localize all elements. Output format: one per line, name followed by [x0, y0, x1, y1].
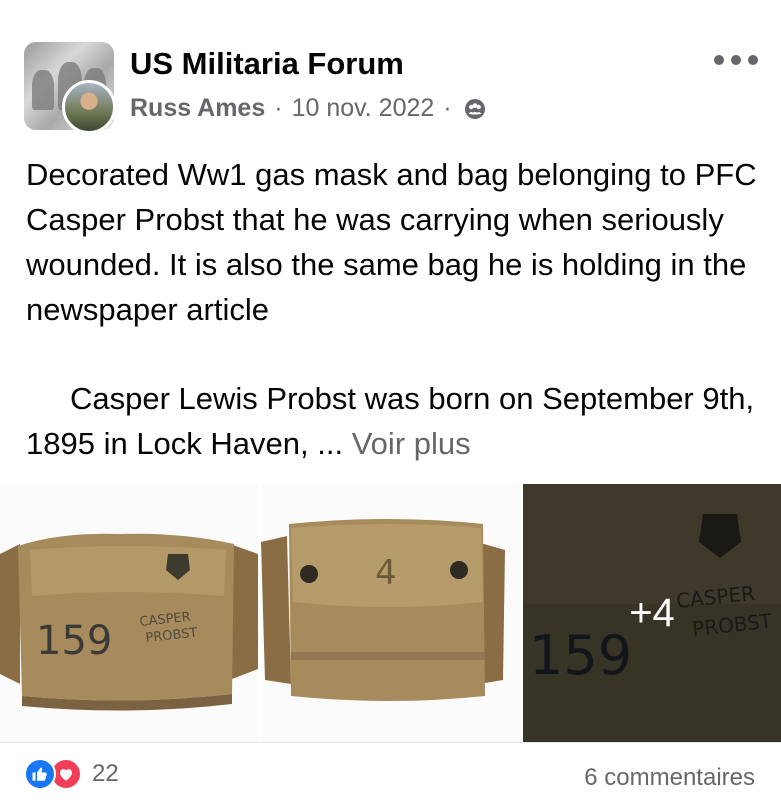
post-text: Decorated Ww1 gas mask and bag belonging… — [26, 152, 766, 332]
group-name-link[interactable]: US Militaria Forum — [130, 46, 404, 82]
author-name-link[interactable]: Russ Ames — [130, 94, 265, 123]
photo-bag-back[interactable]: 4 — [261, 484, 520, 742]
meta-separator: · — [274, 94, 283, 122]
photo-bag-closeup[interactable]: 159 CASPER PROBST +4 — [523, 484, 781, 742]
reaction-count: 22 — [92, 760, 119, 787]
bag-flap-mark-text: 4 — [375, 553, 397, 593]
comments-count-link[interactable]: 6 commentaires — [584, 764, 755, 792]
bag-back-illustration: 4 — [261, 484, 520, 742]
group-icon — [464, 98, 485, 119]
post-date-link[interactable]: 10 nov. 2022 — [292, 94, 435, 123]
post-meta: Russ Ames · 10 nov. 2022 · — [130, 94, 487, 123]
photo-gallery: 159 CASPER PROBST 4 159 CASPER PROBST +4 — [0, 484, 781, 742]
more-options-icon[interactable] — [714, 50, 758, 70]
more-photos-count: +4 — [629, 590, 675, 635]
author-avatar[interactable] — [62, 80, 116, 134]
bag-front-illustration: 159 CASPER PROBST — [0, 484, 258, 742]
meta-separator: · — [443, 94, 452, 122]
post-footer: 22 6 commentaires — [0, 752, 781, 800]
like-icon — [24, 758, 56, 790]
post-paragraph-2: Casper Lewis Probst was born on Septembe… — [26, 376, 766, 466]
photo-bag-front[interactable]: 159 CASPER PROBST — [0, 484, 258, 742]
reactions-summary[interactable]: 22 — [24, 758, 119, 790]
post-header: US Militaria Forum Russ Ames · 10 nov. 2… — [0, 0, 781, 140]
post-paragraph-1: Decorated Ww1 gas mask and bag belonging… — [26, 157, 757, 327]
more-photos-overlay[interactable]: +4 — [523, 484, 781, 742]
bag-number-text: 159 — [36, 618, 112, 664]
see-more-link[interactable]: Voir plus — [352, 426, 471, 461]
footer-divider — [0, 742, 781, 743]
